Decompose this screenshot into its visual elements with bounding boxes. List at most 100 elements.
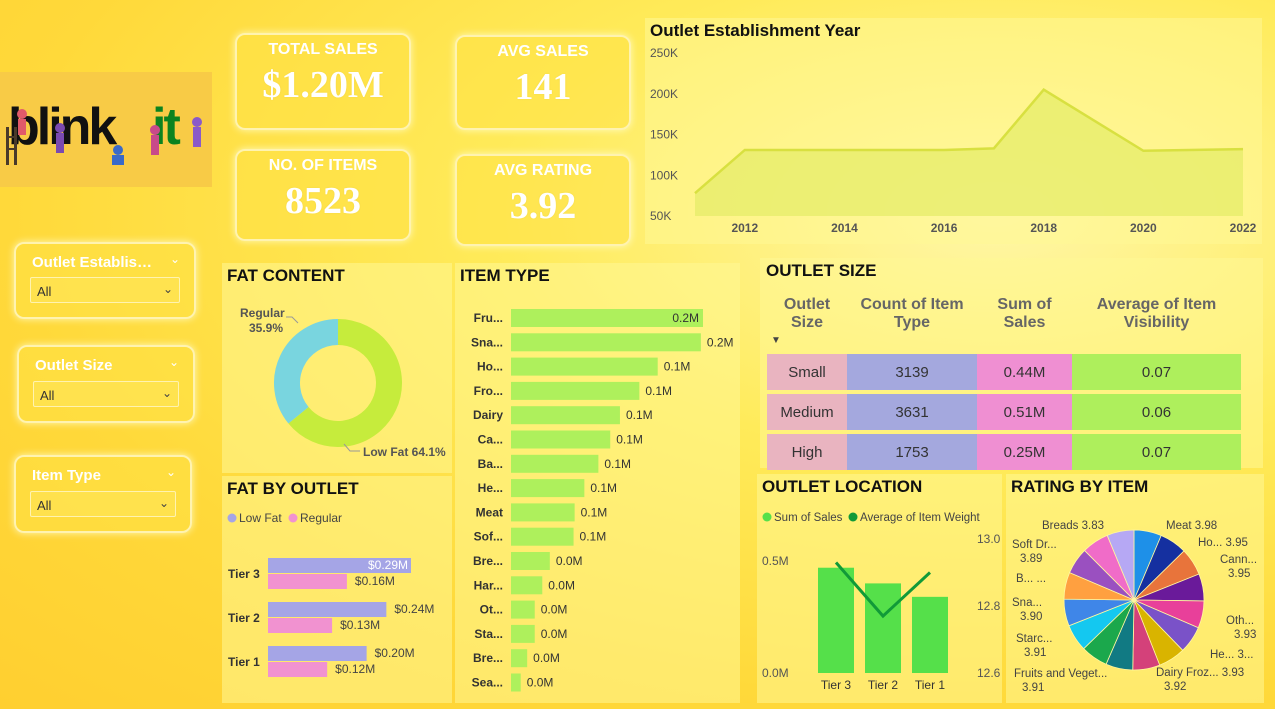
slicer-item-type-dropdown[interactable]: All ⌄ <box>30 491 176 517</box>
kpi-no-items: NO. OF ITEMS 8523 <box>235 149 411 241</box>
slice-label: Starc... <box>1016 633 1052 645</box>
x-tick-label: 2022 <box>1230 221 1257 235</box>
panel-outlet-location[interactable]: OUTLET LOCATION Sum of Sales Average of I… <box>757 474 1002 703</box>
header-text: Sales <box>1003 314 1046 331</box>
slicer-outlet-establishment-dropdown[interactable]: All ⌄ <box>30 277 180 303</box>
y-right-tick: 12.6 <box>977 666 1001 680</box>
fat-content-donut-chart[interactable]: Regular35.9% Low Fat 64.1% <box>222 263 452 473</box>
data-label: 0.1M <box>626 408 653 422</box>
legend-marker-regular <box>288 513 298 523</box>
slice-label-value: 3.89 <box>1020 553 1042 565</box>
sort-descending-icon[interactable]: ▼ <box>771 332 843 350</box>
data-label: 0.2M <box>707 335 734 349</box>
legend-marker-weight <box>848 512 858 522</box>
panel-item-type[interactable]: ITEM TYPE Fru... 0.2M Sna... 0.2M Ho... 0.1M F… <box>455 263 740 703</box>
chevron-down-icon[interactable]: ⌄ <box>169 355 179 369</box>
column-header-sales[interactable]: Sum of Sales <box>977 296 1072 350</box>
slicer-item-type-title: Item Type <box>32 467 101 484</box>
outlet-size-table: Outlet Size ▼ Count of Item Type Sum of … <box>767 292 1241 474</box>
item-type-bar-chart[interactable]: Fru... 0.2M Sna... 0.2M Ho... 0.1M Fro... 0.1M D… <box>455 263 740 703</box>
y-tick-label: 200K <box>650 87 678 101</box>
category-label: Ba... <box>478 457 503 471</box>
category-label: Sof... <box>474 530 503 544</box>
slicer-outlet-establishment-value: All <box>37 284 52 299</box>
category-label: Ot... <box>480 603 503 617</box>
x-tick-label: 2012 <box>731 221 758 235</box>
slicer-outlet-size-value: All <box>40 388 55 403</box>
header-text: Sum of <box>997 296 1052 313</box>
label-leader-line <box>286 316 299 324</box>
item-type-bar <box>511 673 521 692</box>
slice-label-value: 3.90 <box>1020 611 1042 623</box>
kpi-avg-sales-value: 141 <box>514 66 572 108</box>
slice-label-value: 3.95 <box>1228 568 1250 580</box>
data-label: 0.0M <box>541 627 568 641</box>
x-tick-label: Tier 1 <box>915 678 946 692</box>
data-label: 0.1M <box>616 433 643 447</box>
fat-by-outlet-bar-chart[interactable]: Low Fat Regular Tier 3 $0.29M $0.16M Tier 2 $0… <box>222 476 452 703</box>
y-left-tick: 0.5M <box>762 554 789 568</box>
slice-label-low-fat: Low Fat 64.1% <box>363 445 446 459</box>
item-type-bar <box>511 600 535 619</box>
panel-outlet-establishment-year[interactable]: Outlet Establishment Year 250K 200K 150K 10… <box>645 18 1262 244</box>
chevron-down-icon[interactable]: ⌄ <box>170 252 180 266</box>
category-label: Meat <box>476 505 503 519</box>
slicer-outlet-establishment[interactable]: Outlet Establis… ⌄ All ⌄ <box>14 242 196 319</box>
table-row[interactable]: Small 3139 0.44M 0.07 <box>767 354 1241 390</box>
data-label: 0.1M <box>581 505 608 519</box>
cell-outlet-size: Small <box>767 354 847 390</box>
table-row[interactable]: Medium 3631 0.51M 0.06 <box>767 394 1241 430</box>
data-label: $0.29M <box>368 558 408 572</box>
bar-sum-of-sales <box>912 596 948 673</box>
cell-outlet-size: High <box>767 434 847 470</box>
category-label: Har... <box>474 578 503 592</box>
y-tick-label: 250K <box>650 46 678 60</box>
y-tick-label: 150K <box>650 128 678 142</box>
slicer-outlet-size-dropdown[interactable]: All ⌄ <box>33 381 179 407</box>
category-label: Dairy <box>473 408 503 422</box>
slice-label: Breads 3.83 <box>1042 520 1104 532</box>
header-text: Outlet <box>783 296 831 313</box>
data-label: 0.0M <box>541 603 568 617</box>
panel-fat-content[interactable]: FAT CONTENT Regular 35.9% Low Fat 64.1% <box>222 263 452 473</box>
panel-rating-by-item[interactable]: RATING BY ITEM Meat 3.98 Ho... 3.95 Cann..… <box>1006 474 1264 703</box>
data-label: $0.24M <box>394 602 434 616</box>
slice-label-value: 3.93 <box>1234 629 1256 641</box>
kpi-no-items-value: 8523 <box>285 180 361 222</box>
panel-fat-by-outlet[interactable]: FAT BY OUTLET Low Fat Regular Tier 3 $0.29M… <box>222 476 452 703</box>
cell-visibility: 0.06 <box>1072 394 1241 430</box>
data-label: 0.0M <box>527 676 554 690</box>
slice-label-regular-pct: 35.9% <box>249 321 283 335</box>
y-right-tick: 13.0 <box>977 532 1001 546</box>
item-type-bar <box>511 333 701 352</box>
slicer-item-type[interactable]: Item Type ⌄ All ⌄ <box>14 455 192 533</box>
data-label: 0.1M <box>590 481 617 495</box>
data-label: 0.0M <box>548 578 575 592</box>
data-label: $0.20M <box>375 646 415 660</box>
outlet-location-combo-chart[interactable]: Sum of Sales Average of Item Weight 0.5M 0.… <box>757 474 1002 703</box>
chevron-down-icon[interactable]: ⌄ <box>166 465 176 479</box>
slice-label: He... 3... <box>1210 649 1253 661</box>
category-label: Tier 1 <box>228 655 260 669</box>
slice-label: Fruits and Veget... <box>1014 668 1107 680</box>
kpi-total-sales-value: $1.20M <box>262 64 384 106</box>
kpi-total-sales-label: TOTAL SALES <box>268 41 378 58</box>
y-tick-label: 100K <box>650 168 678 182</box>
x-tick-label: Tier 2 <box>868 678 899 692</box>
column-header-outlet-size[interactable]: Outlet Size ▼ <box>767 296 847 350</box>
kpi-avg-rating-label: AVG RATING <box>493 162 593 179</box>
data-label: 0.2M <box>672 311 699 325</box>
panel-outlet-size[interactable]: OUTLET SIZE Outlet Size ▼ Count of Item … <box>760 258 1263 470</box>
column-header-visibility[interactable]: Average of Item Visibility <box>1072 296 1241 350</box>
data-label: $0.13M <box>340 618 380 632</box>
column-header-count[interactable]: Count of Item Type <box>847 296 977 350</box>
slicer-outlet-size[interactable]: Outlet Size ⌄ All ⌄ <box>17 345 195 423</box>
establishment-area-chart[interactable]: 250K 200K 150K 100K 50K 2012 2014 2016 2018 2020 2… <box>645 18 1262 244</box>
slice-label-regular-name: Regular <box>240 306 285 320</box>
kpi-avg-rating-value: 3.92 <box>509 185 577 227</box>
rating-by-item-pie-chart[interactable]: Meat 3.98 Ho... 3.95 Cann... 3.95 Oth... 3.93… <box>1006 474 1264 703</box>
data-label: 0.1M <box>645 384 672 398</box>
table-row[interactable]: High 1753 0.25M 0.07 <box>767 434 1241 470</box>
kpi-total-sales: TOTAL SALES $1.20M <box>235 33 411 130</box>
category-label: Tier 3 <box>228 567 260 581</box>
